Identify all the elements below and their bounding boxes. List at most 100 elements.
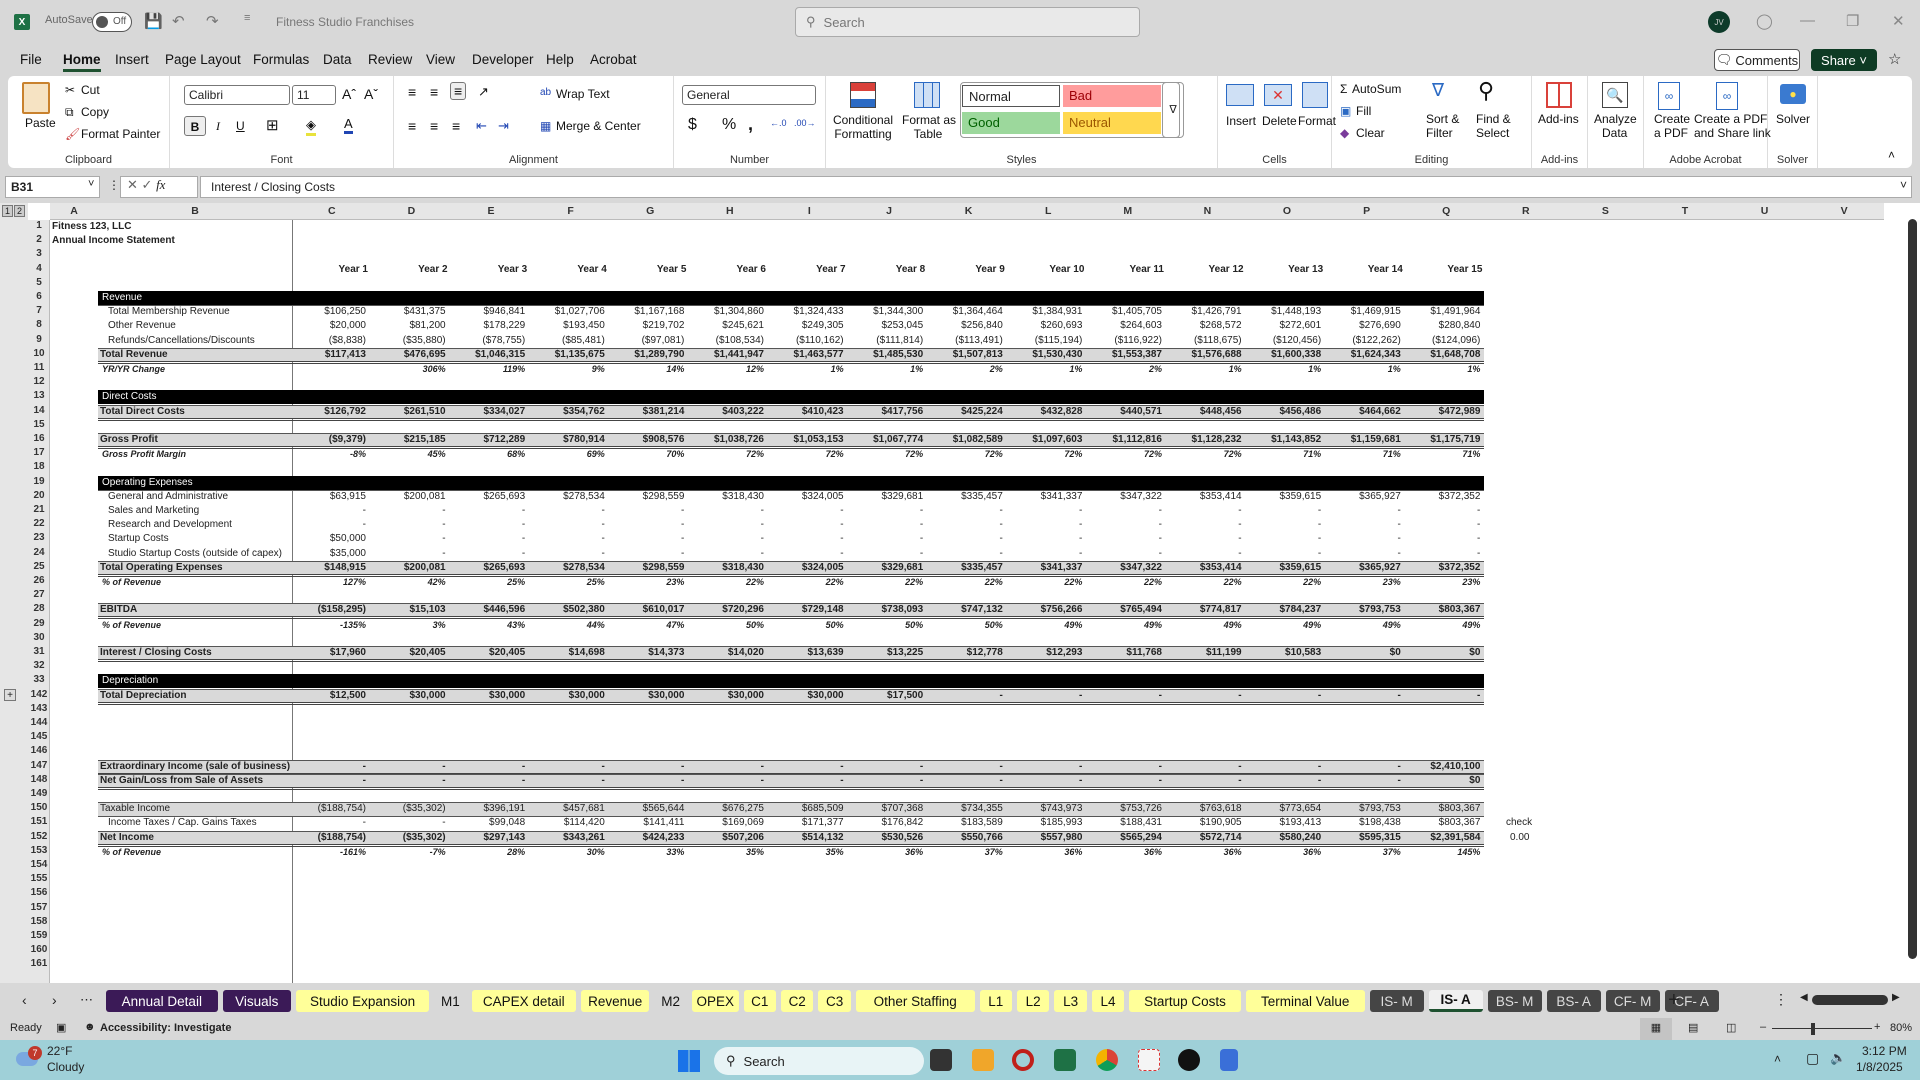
align-bottom-icon[interactable]: ≡ bbox=[450, 82, 467, 100]
value-cell[interactable]: - bbox=[1404, 532, 1480, 546]
value-cell[interactable]: 36% bbox=[847, 845, 923, 859]
value-cell[interactable]: $219,702 bbox=[608, 319, 685, 333]
addins-button[interactable]: Add-ins bbox=[1538, 112, 1579, 126]
font-size-select[interactable]: 11 bbox=[292, 85, 336, 105]
row-header[interactable]: 21 bbox=[28, 504, 50, 518]
value-cell[interactable]: $256,840 bbox=[927, 319, 1003, 333]
style-neutral[interactable]: Neutral bbox=[1063, 112, 1161, 134]
value-cell[interactable]: 72% bbox=[768, 447, 844, 461]
sheet-tab-c2[interactable]: C2 bbox=[781, 990, 814, 1012]
value-cell[interactable]: - bbox=[1245, 532, 1321, 546]
value-cell[interactable]: $1,463,577 bbox=[768, 348, 844, 362]
orientation-icon[interactable]: ↗ bbox=[478, 84, 489, 100]
value-cell[interactable]: 43% bbox=[449, 618, 525, 632]
value-cell[interactable]: - bbox=[1166, 689, 1241, 703]
value-cell[interactable]: $261,510 bbox=[370, 405, 446, 419]
value-cell[interactable]: $685,509 bbox=[768, 802, 844, 816]
value-cell[interactable]: ($120,456) bbox=[1245, 334, 1321, 348]
value-cell[interactable]: $780,914 bbox=[529, 433, 605, 447]
value-cell[interactable]: $20,405 bbox=[449, 646, 525, 660]
value-cell[interactable]: - bbox=[1086, 518, 1162, 532]
value-cell[interactable]: 71% bbox=[1325, 447, 1401, 461]
value-cell[interactable]: $756,266 bbox=[1006, 603, 1083, 617]
value-cell[interactable]: $610,017 bbox=[608, 603, 685, 617]
macro-recording-icon[interactable]: ▣ bbox=[56, 1021, 66, 1034]
value-cell[interactable]: $365,927 bbox=[1325, 561, 1401, 575]
value-cell[interactable]: $245,621 bbox=[688, 319, 764, 333]
value-cell[interactable]: -7% bbox=[370, 845, 446, 859]
row-header[interactable]: 23 bbox=[28, 532, 50, 546]
row-header[interactable]: 149 bbox=[28, 788, 50, 802]
value-cell[interactable]: - bbox=[608, 774, 684, 788]
value-cell[interactable]: 1% bbox=[847, 362, 923, 376]
column-header-q[interactable]: Q bbox=[1406, 203, 1486, 220]
minimize-button[interactable]: — bbox=[1800, 12, 1815, 29]
row-header[interactable]: 17 bbox=[28, 447, 50, 461]
value-cell[interactable]: $10,583 bbox=[1245, 646, 1321, 660]
value-cell[interactable]: - bbox=[688, 504, 764, 518]
value-cell[interactable]: $1,648,708 bbox=[1404, 348, 1480, 362]
value-cell[interactable]: $381,214 bbox=[608, 405, 685, 419]
row-header[interactable]: 15 bbox=[28, 419, 50, 433]
value-cell[interactable]: - bbox=[608, 504, 684, 518]
value-cell[interactable]: - bbox=[847, 504, 923, 518]
value-cell[interactable]: $507,206 bbox=[688, 831, 764, 845]
value-cell[interactable]: - bbox=[688, 760, 764, 774]
value-cell[interactable]: - bbox=[1245, 547, 1321, 561]
sheet-tab-studio-expansion[interactable]: Studio Expansion bbox=[296, 990, 430, 1012]
row-header[interactable]: 18 bbox=[28, 461, 50, 475]
value-cell[interactable]: $1,448,193 bbox=[1245, 305, 1321, 319]
sort-filter-button[interactable]: Sort & bbox=[1426, 112, 1459, 126]
align-middle-icon[interactable]: ≡ bbox=[430, 84, 438, 100]
column-header-l[interactable]: L bbox=[1008, 203, 1088, 220]
column-header-k[interactable]: K bbox=[928, 203, 1009, 220]
value-cell[interactable]: 49% bbox=[1325, 618, 1401, 632]
value-cell[interactable]: $1,289,790 bbox=[608, 348, 684, 362]
value-cell[interactable]: $190,905 bbox=[1166, 816, 1242, 830]
value-cell[interactable]: $734,355 bbox=[927, 802, 1003, 816]
value-cell[interactable]: 1% bbox=[1006, 362, 1082, 376]
value-cell[interactable]: $431,375 bbox=[370, 305, 446, 319]
value-cell[interactable]: 36% bbox=[1166, 845, 1242, 859]
value-cell[interactable]: ($35,302) bbox=[370, 802, 446, 816]
comma-button[interactable]: , bbox=[748, 114, 753, 135]
value-cell[interactable]: - bbox=[449, 547, 525, 561]
value-cell[interactable]: $773,654 bbox=[1245, 802, 1321, 816]
value-cell[interactable]: $298,559 bbox=[608, 561, 685, 575]
value-cell[interactable]: 2% bbox=[927, 362, 1003, 376]
zoom-in-button[interactable]: + bbox=[1874, 1021, 1880, 1033]
value-cell[interactable]: $803,367 bbox=[1404, 816, 1481, 830]
value-cell[interactable]: - bbox=[927, 504, 1002, 518]
sheet-tab-l2[interactable]: L2 bbox=[1017, 990, 1050, 1012]
value-cell[interactable]: $178,229 bbox=[449, 319, 525, 333]
row-header[interactable]: 147 bbox=[28, 760, 50, 774]
value-cell[interactable]: - bbox=[1404, 518, 1480, 532]
expand-group-button[interactable]: + bbox=[4, 688, 16, 701]
value-cell[interactable]: - bbox=[768, 547, 843, 561]
copy-button[interactable]: Copy bbox=[81, 105, 109, 119]
value-cell[interactable]: - bbox=[1086, 774, 1162, 788]
align-top-icon[interactable]: ≡ bbox=[408, 84, 416, 100]
value-cell[interactable]: ($78,755) bbox=[449, 334, 525, 348]
value-cell[interactable]: - bbox=[529, 504, 604, 518]
redo-icon[interactable]: ↷ bbox=[206, 12, 219, 30]
more-sheets-icon[interactable]: ⋯ bbox=[80, 992, 93, 1008]
sheet-tab-l4[interactable]: L4 bbox=[1091, 990, 1125, 1012]
value-cell[interactable]: $114,420 bbox=[529, 816, 605, 830]
column-header-f[interactable]: F bbox=[530, 203, 611, 220]
value-cell[interactable]: - bbox=[1006, 774, 1082, 788]
zoom-slider[interactable] bbox=[1772, 1028, 1872, 1029]
value-cell[interactable]: 35% bbox=[688, 845, 764, 859]
value-cell[interactable]: - bbox=[1325, 518, 1400, 532]
value-cell[interactable]: $193,413 bbox=[1245, 816, 1321, 830]
value-cell[interactable]: - bbox=[608, 547, 684, 561]
value-cell[interactable]: $365,927 bbox=[1325, 490, 1401, 504]
value-cell[interactable]: $15,103 bbox=[370, 603, 445, 617]
value-cell[interactable]: 49% bbox=[1006, 618, 1082, 632]
scroll-left-icon[interactable]: ◀ bbox=[1800, 992, 1808, 1003]
value-cell[interactable]: - bbox=[1325, 532, 1400, 546]
column-header-b[interactable]: B bbox=[98, 203, 292, 220]
value-cell[interactable]: $359,615 bbox=[1245, 561, 1321, 575]
value-cell[interactable]: -135% bbox=[290, 618, 366, 632]
opera-icon[interactable] bbox=[1012, 1049, 1034, 1071]
